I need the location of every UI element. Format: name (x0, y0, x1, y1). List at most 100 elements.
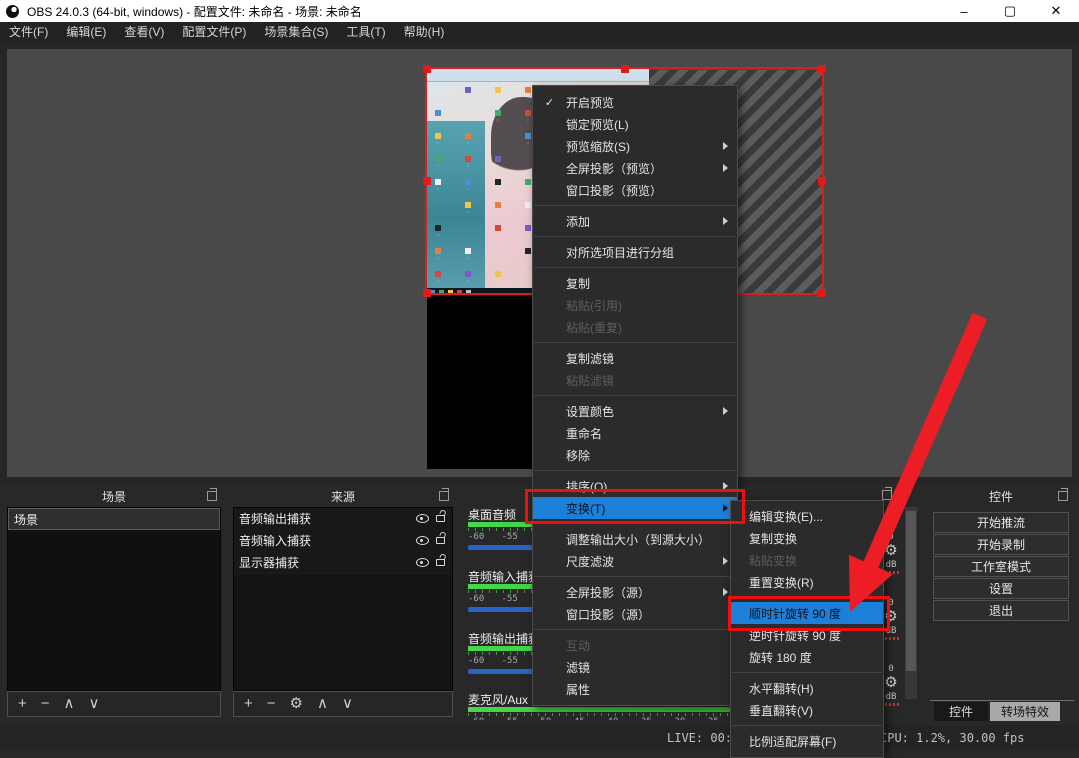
cpu-fps-stats: CPU: 1.2%, 30.00 fps (880, 731, 1025, 745)
menu-file[interactable]: 文件(F) (0, 22, 57, 42)
settings-button[interactable]: 设置 (933, 578, 1069, 599)
move-source-down-button[interactable]: ∨ (342, 692, 353, 716)
detach-panel-icon[interactable] (439, 488, 449, 501)
sub-reset-transform[interactable]: 重置变换(R) (731, 571, 883, 593)
sub-copy-transform[interactable]: 复制变换 (731, 527, 883, 549)
selection-handle[interactable] (423, 289, 431, 297)
move-source-up-button[interactable]: ∧ (317, 692, 328, 716)
ctx-paste-reference: 粘贴(引用) (533, 294, 737, 316)
unlock-icon[interactable] (436, 537, 445, 544)
sub-rotate-180[interactable]: 旋转 180 度 (731, 646, 883, 668)
submenu-arrow-icon (723, 217, 728, 225)
menu-view[interactable]: 查看(V) (115, 22, 173, 42)
menu-item-label: 复制滤镜 (566, 351, 615, 366)
statusbar: LIVE: 00:00:00 CPU: 1.2%, 30.00 fps (0, 725, 1079, 749)
remove-scene-button[interactable]: − (41, 692, 50, 716)
sub-flip-vertical[interactable]: 垂直翻转(V) (731, 699, 883, 721)
source-list-item[interactable]: 显示器捕获 (234, 552, 452, 574)
move-scene-up-button[interactable]: ∧ (64, 692, 75, 716)
menu-item-label: 全屏投影（预览） (566, 161, 663, 176)
source-name: 音频输入捕获 (239, 534, 312, 548)
ctx-enable-preview[interactable]: ✓ 开启预览 (533, 91, 737, 113)
ctx-rename[interactable]: 重命名 (533, 422, 737, 444)
red-meter-ticks (881, 571, 901, 574)
menu-item-label: 复制 (566, 276, 591, 291)
scenes-toolbar: + − ∧ ∨ (7, 691, 221, 717)
selection-handle[interactable] (423, 177, 431, 185)
add-scene-button[interactable]: + (18, 692, 27, 716)
exit-button[interactable]: 退出 (933, 600, 1069, 621)
menu-profile[interactable]: 配置文件(P) (173, 22, 255, 42)
visibility-eye-icon[interactable] (416, 536, 429, 545)
detach-panel-icon[interactable] (207, 488, 217, 501)
menu-separator (534, 205, 736, 206)
selection-handle[interactable] (620, 65, 629, 73)
source-list-item[interactable]: 音频输入捕获 (234, 530, 452, 552)
ctx-order[interactable]: 排序(O) (533, 475, 737, 497)
ctx-filters[interactable]: 滤镜 (533, 656, 737, 678)
ctx-lock-preview[interactable]: 锁定预览(L) (533, 113, 737, 135)
selection-handle[interactable] (818, 177, 826, 185)
ctx-window-projector-preview[interactable]: 窗口投影（预览） (533, 179, 737, 201)
mixer-scrollbar[interactable] (904, 506, 918, 700)
menu-separator (534, 523, 736, 524)
ctx-copy-filters[interactable]: 复制滤镜 (533, 347, 737, 369)
obs-logo-icon (6, 4, 19, 18)
selection-handle[interactable] (423, 65, 431, 73)
sub-rotate-ccw-90[interactable]: 逆时针旋转 90 度 (731, 624, 883, 646)
ctx-fullscreen-projector-preview[interactable]: 全屏投影（预览） (533, 157, 737, 179)
visibility-eye-icon[interactable] (416, 514, 429, 523)
menu-tools[interactable]: 工具(T) (337, 22, 394, 42)
tab-controls[interactable]: 控件 (934, 702, 988, 721)
detach-panel-icon[interactable] (1058, 488, 1068, 501)
unlock-icon[interactable] (436, 515, 445, 522)
detach-panel-icon[interactable] (882, 487, 892, 500)
context-menu: ✓ 开启预览 锁定预览(L) 预览缩放(S) 全屏投影（预览） 窗口投影（预览） 添加对所选… (532, 85, 738, 706)
source-list-item[interactable]: 音频输出捕获 (234, 508, 452, 530)
tick-label: -60 (468, 656, 485, 666)
sub-edit-transform[interactable]: 编辑变换(E)... (731, 505, 883, 527)
ctx-preview-scaling[interactable]: 预览缩放(S) (533, 135, 737, 157)
selection-handle[interactable] (818, 65, 826, 73)
source-properties-button[interactable]: ⚙ (290, 692, 303, 716)
sub-rotate-cw-90[interactable]: 顺时针旋转 90 度 (731, 602, 883, 624)
close-button[interactable]: ✕ (1033, 3, 1079, 19)
ctx-group-selected[interactable]: 对所选项目进行分组 (533, 241, 737, 263)
source-name: 音频输出捕获 (239, 512, 312, 526)
ctx-copy[interactable]: 复制 (533, 272, 737, 294)
minimize-button[interactable]: – (941, 4, 987, 19)
submenu-arrow-icon (723, 557, 728, 565)
move-scene-down-button[interactable]: ∨ (89, 692, 100, 716)
menu-separator (534, 395, 736, 396)
remove-source-button[interactable]: − (267, 692, 276, 716)
ctx-window-projector-source[interactable]: 窗口投影（源） (533, 603, 737, 625)
ctx-remove[interactable]: 移除 (533, 444, 737, 466)
sub-flip-horizontal[interactable]: 水平翻转(H) (731, 677, 883, 699)
add-source-button[interactable]: + (244, 692, 253, 716)
studio-mode-button[interactable]: 工作室模式 (933, 556, 1069, 577)
menu-edit[interactable]: 编辑(E) (57, 22, 115, 42)
ctx-scale-filtering[interactable]: 尺度滤波 (533, 550, 737, 572)
menu-scene-collection[interactable]: 场景集合(S) (255, 22, 337, 42)
maximize-button[interactable]: ▢ (987, 3, 1033, 19)
ctx-add[interactable]: 添加 (533, 210, 737, 232)
ctx-transform[interactable]: 变换(T) (533, 497, 737, 519)
visibility-eye-icon[interactable] (416, 558, 429, 567)
ctx-fullscreen-projector-source[interactable]: 全屏投影（源） (533, 581, 737, 603)
unlock-icon[interactable] (436, 559, 445, 566)
ctx-properties[interactable]: 属性 (533, 678, 737, 700)
scenes-panel-header: 场景 (5, 486, 223, 507)
mixer-scrollbar-thumb[interactable] (906, 511, 916, 671)
menu-item-label: 全屏投影（源） (566, 585, 651, 600)
start-streaming-button[interactable]: 开始推流 (933, 512, 1069, 533)
ctx-set-color[interactable]: 设置颜色 (533, 400, 737, 422)
start-recording-button[interactable]: 开始录制 (933, 534, 1069, 555)
ctx-resize-output[interactable]: 调整输出大小（到源大小） (533, 528, 737, 550)
tick-label: -60 (468, 532, 485, 542)
submenu-arrow-icon (723, 142, 728, 150)
scene-list-item[interactable]: 场景 (8, 508, 220, 530)
selection-handle[interactable] (818, 289, 826, 297)
menu-separator (534, 267, 736, 268)
tab-transitions[interactable]: 转场特效 (990, 702, 1060, 721)
menu-help[interactable]: 帮助(H) (395, 22, 454, 42)
